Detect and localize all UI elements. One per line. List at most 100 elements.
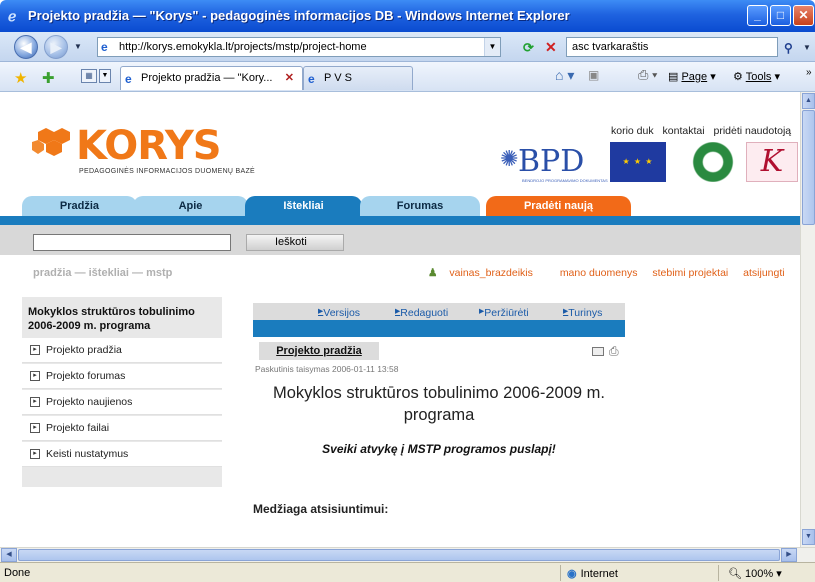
close-button[interactable]: ✕	[793, 5, 814, 26]
action-tab-versijos[interactable]: ▸ Versijos	[318, 305, 360, 319]
horizontal-scroll-thumb[interactable]	[18, 549, 780, 561]
feeds-icon[interactable]: ▣	[588, 68, 599, 82]
scroll-right-icon[interactable]: ▶	[781, 548, 797, 562]
quick-tabs-icon[interactable]: ▦	[81, 69, 97, 83]
user-links: ♟ vainas_brazdeikis mano duomenys stebimi…	[428, 267, 797, 279]
sidebar-item-label: Projekto failai	[46, 422, 110, 434]
tools-menu-label: Tools	[745, 71, 772, 83]
tab-pvs[interactable]: e P V S	[303, 66, 413, 90]
search-box[interactable]	[566, 37, 778, 57]
user-link-stebimi-projektai[interactable]: stebimi projektai	[652, 267, 728, 279]
page-title: Mokyklos struktūros tobulinimo 2006-2009…	[273, 384, 605, 424]
address-bar[interactable]: e http://korys.emokykla.lt/projects/mstp…	[97, 37, 501, 57]
tab-list-dropdown-icon[interactable]: ▼	[99, 69, 111, 83]
korys-logo-text[interactable]: KORYS	[76, 126, 222, 166]
action-tab-perziureti[interactable]: ▸ Peržiūrėti	[479, 305, 529, 319]
sidebar-item-label: Projekto naujienos	[46, 396, 133, 408]
bpd-logo-text: BPD	[518, 144, 585, 179]
forward-button[interactable]: ▶	[44, 35, 68, 59]
print-page-icon[interactable]: ⎙	[609, 344, 619, 359]
add-favorites-icon[interactable]: ✚	[42, 69, 55, 87]
minimize-button[interactable]: _	[747, 5, 768, 26]
site-search-button[interactable]: Ieškoti	[246, 234, 344, 251]
expand-icon: ▸	[30, 397, 40, 407]
sidebar-item-projekto-failai[interactable]: ▸ Projekto failai	[22, 416, 222, 441]
more-commands-icon[interactable]: »	[806, 67, 812, 78]
scroll-up-icon[interactable]: ▲	[802, 93, 815, 109]
link-kontaktai[interactable]: kontaktai	[663, 125, 705, 137]
horizontal-scrollbar[interactable]: ◀ ▶	[0, 547, 815, 562]
nav-tab-pradeti-nauja[interactable]: Pradėti naują	[486, 196, 631, 216]
stop-icon[interactable]: ✕	[545, 39, 557, 56]
user-link-atsijungti[interactable]: atsijungti	[743, 267, 784, 279]
tab-page-icon: e	[308, 72, 315, 86]
site-search-input[interactable]	[34, 235, 230, 250]
main-nav: Pradžia Apie Ištekliai Forumas Pradėti n…	[0, 196, 800, 225]
expand-icon: ▸	[30, 449, 40, 459]
username: vainas_brazdeikis	[449, 267, 533, 279]
sidebar-item-keisti-nustatymus[interactable]: ▸ Keisti nustatymus	[22, 442, 222, 467]
search-icon[interactable]: ⚲	[784, 41, 793, 55]
action-tab-turinys[interactable]: ▸ Turinys	[563, 305, 602, 319]
email-icon[interactable]	[592, 347, 604, 356]
expand-icon: ▸	[30, 371, 40, 381]
page-content: KORYS PEDAGOGINĖS INFORMACIJOS DUOMENŲ B…	[0, 92, 800, 547]
address-dropdown-icon[interactable]: ▼	[484, 38, 500, 56]
favorites-star-icon[interactable]: ★	[14, 69, 27, 87]
home-icon[interactable]: ⌂ ▾	[555, 67, 574, 84]
action-tab-label: Turinys	[568, 307, 603, 319]
zoom-control[interactable]: 🔍︎ 100% ▾	[728, 567, 782, 580]
tab-close-icon[interactable]: ✕	[285, 71, 294, 84]
scroll-left-icon[interactable]: ◀	[1, 548, 17, 562]
bpd-mark-icon: ✺	[500, 146, 519, 171]
breadcrumb[interactable]: pradžia — ištekliai — mstp	[33, 267, 172, 279]
window-title: Projekto pradžia — "Korys" - pedagoginės…	[28, 8, 570, 23]
status-separator	[718, 565, 719, 581]
user-icon: ♟	[428, 267, 438, 279]
search-options-dropdown-icon[interactable]: ▼	[803, 43, 811, 52]
vertical-scrollbar[interactable]: ▲ ▼	[800, 92, 815, 547]
link-prideti-naudotoja[interactable]: pridėti naudotoją	[713, 125, 791, 137]
k-emblem-logo: K	[746, 142, 798, 182]
project-sidebar: Mokyklos struktūros tobulinimo 2006-2009…	[22, 297, 222, 487]
page-action-tabs: ▸ Versijos ▸ Redaguoti ▸ Peržiūrėti ▸ Tu…	[253, 303, 625, 320]
sidebar-item-projekto-naujienos[interactable]: ▸ Projekto naujienos	[22, 390, 222, 415]
print-icon[interactable]: ⎙ ▾	[638, 67, 657, 83]
scroll-down-icon[interactable]: ▼	[802, 529, 815, 545]
action-tab-redaguoti[interactable]: ▸ Redaguoti	[395, 305, 448, 319]
tab-projekto-pradzia[interactable]: e Projekto pradžia — "Kory... ✕	[120, 66, 303, 90]
sidebar-item-projekto-pradzia[interactable]: ▸ Projekto pradžia	[22, 338, 222, 363]
page-menu[interactable]: ▤ Page ▾	[668, 70, 716, 83]
action-tab-label: Versijos	[323, 307, 361, 319]
user-link-mano-duomenys[interactable]: mano duomenys	[560, 267, 638, 279]
back-button[interactable]: ◀	[14, 35, 38, 59]
user-link-profile[interactable]: ♟ vainas_brazdeikis	[428, 267, 545, 279]
sidebar-item-projekto-forumas[interactable]: ▸ Projekto forumas	[22, 364, 222, 389]
recent-pages-dropdown-icon[interactable]: ▼	[74, 42, 82, 51]
site-search-field[interactable]	[33, 234, 231, 251]
top-links: korio duk kontaktai pridėti naudotoją	[611, 125, 797, 137]
tools-menu[interactable]: ⚙ Tools ▾	[733, 70, 780, 83]
nav-tab-pradzia[interactable]: Pradžia	[22, 196, 137, 216]
address-url[interactable]: http://korys.emokykla.lt/projects/mstp/p…	[119, 41, 367, 53]
bpd-logo[interactable]: ✺ BPD BENDROJO PROGRAMAVIMO DOKUMENTAS	[500, 142, 610, 183]
link-korio-duk[interactable]: korio duk	[611, 125, 654, 137]
maximize-button[interactable]: □	[770, 5, 791, 26]
bpd-logo-subtitle: BENDROJO PROGRAMAVIMO DOKUMENTAS	[522, 178, 608, 183]
tab-toolbar: ★ ✚ ▦ ▼ e Projekto pradžia — "Kory... ✕ …	[0, 62, 815, 92]
search-input[interactable]	[567, 38, 777, 56]
zone-label: Internet	[580, 568, 618, 580]
vertical-scroll-thumb[interactable]	[802, 110, 815, 225]
nav-tab-apie[interactable]: Apie	[133, 196, 248, 216]
address-toolbar: ◀ ▶ ▼ e http://korys.emokykla.lt/project…	[0, 32, 815, 62]
refresh-icon[interactable]: ⟳	[523, 40, 534, 56]
sidebar-item-label: Projekto forumas	[46, 370, 126, 382]
security-zone[interactable]: ◉ Internet	[567, 567, 618, 580]
action-tab-label: Redaguoti	[400, 307, 449, 319]
page-title-tab[interactable]: Projekto pradžia	[259, 342, 379, 360]
korys-honeycomb-icon	[32, 128, 70, 156]
nav-tab-istekliai[interactable]: Ištekliai	[245, 196, 362, 216]
site-search-bar: Ieškoti	[0, 225, 800, 255]
nav-tab-forumas[interactable]: Forumas	[360, 196, 480, 216]
nav-underline	[0, 216, 800, 225]
